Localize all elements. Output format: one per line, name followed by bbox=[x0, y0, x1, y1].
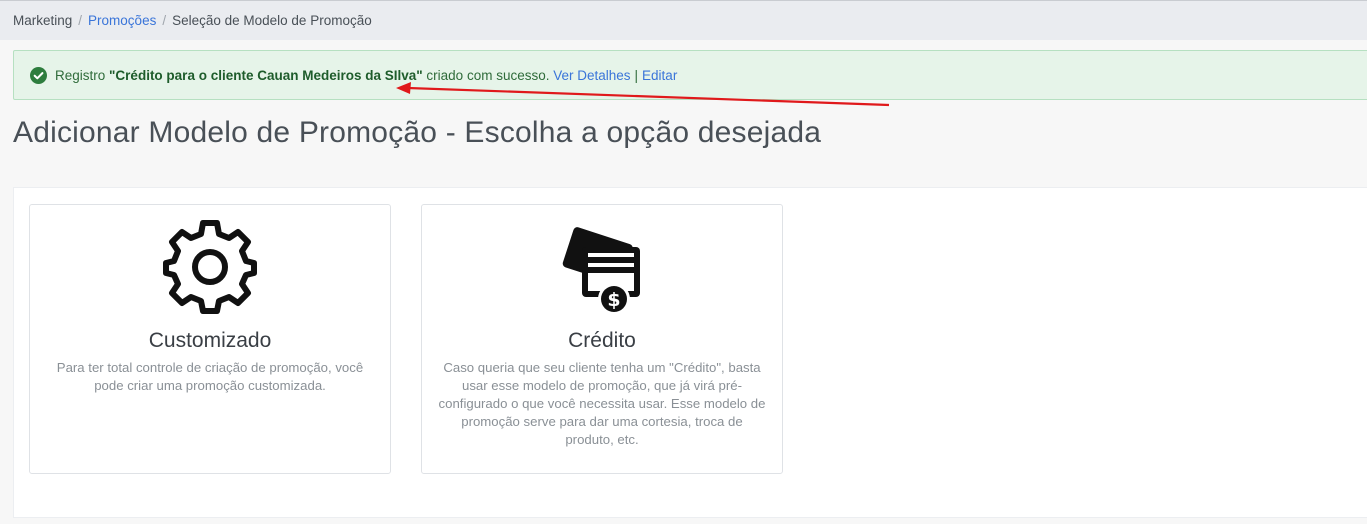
alert-record-name: "Crédito para o cliente Cauan Medeiros d… bbox=[109, 67, 423, 83]
options-panel: Customizado Para ter total controle de c… bbox=[13, 187, 1367, 518]
page-title: Adicionar Modelo de Promoção - Escolha a… bbox=[13, 116, 822, 149]
breadcrumb-separator: / bbox=[78, 13, 83, 28]
alert-suffix: criado com sucesso. bbox=[422, 67, 554, 83]
breadcrumb-item-marketing[interactable]: Marketing bbox=[13, 13, 72, 28]
breadcrumb: Marketing / Promoções / Seleção de Model… bbox=[0, 0, 1367, 40]
alert-prefix: Registro bbox=[55, 67, 110, 83]
card-description: Para ter total controle de criação de pr… bbox=[56, 360, 364, 393]
view-details-link[interactable]: Ver Detalhes bbox=[553, 68, 630, 83]
credit-card-money-icon: $ bbox=[562, 227, 640, 315]
check-circle-icon bbox=[30, 66, 47, 84]
svg-text:$: $ bbox=[607, 289, 620, 311]
breadcrumb-item-promocoes[interactable]: Promoções bbox=[88, 13, 156, 28]
option-card-customizado[interactable]: Customizado Para ter total controle de c… bbox=[29, 204, 391, 474]
success-alert: Registro "Crédito para o cliente Cauan M… bbox=[13, 50, 1367, 100]
alert-divider: | bbox=[634, 67, 639, 83]
breadcrumb-separator: / bbox=[162, 13, 167, 28]
gear-icon bbox=[163, 220, 257, 314]
card-title: Crédito bbox=[568, 329, 636, 352]
edit-link[interactable]: Editar bbox=[642, 68, 677, 83]
card-title: Customizado bbox=[148, 329, 272, 352]
option-card-credito[interactable]: $ Crédito Caso queria que seu cliente te… bbox=[421, 204, 783, 474]
breadcrumb-item-current: Seleção de Modelo de Promoção bbox=[172, 13, 372, 28]
card-description: Caso queria que seu cliente tenha um "Cr… bbox=[438, 360, 766, 447]
